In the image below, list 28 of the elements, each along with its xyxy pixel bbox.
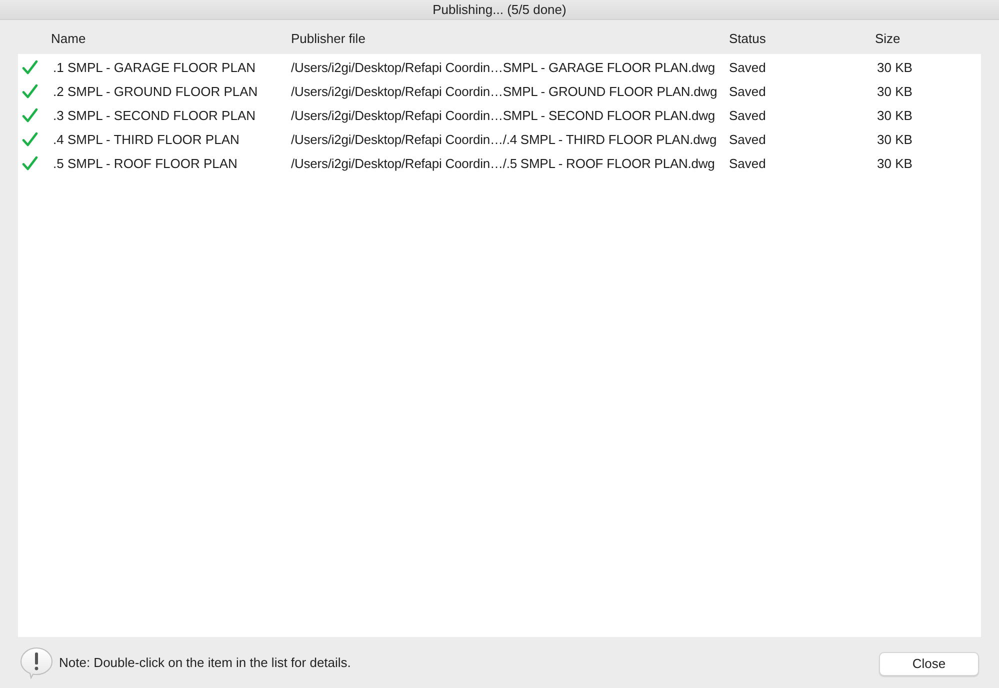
window-title: Publishing... (5/5 done) bbox=[432, 2, 566, 17]
alert-bubble-icon bbox=[20, 646, 53, 678]
note-text: Note: Double-click on the item in the list for details. bbox=[59, 655, 351, 670]
table-cell: Saved bbox=[729, 84, 766, 98]
table-cell-text: 30 KB bbox=[876, 156, 912, 170]
column-header[interactable]: Name bbox=[51, 30, 291, 46]
table-cell-text: 30 KB bbox=[876, 60, 912, 74]
table-cell: /Users/i2gi/Desktop/Refapi Coordin…/.4 SMPL - THIRD FLOOR PLAN.dwg bbox=[291, 132, 717, 146]
table-cell-text: 30 KB bbox=[876, 132, 912, 146]
table-cell: /Users/i2gi/Desktop/Refapi Coordin…SMPL - SECOND FLOOR PLAN.dwg bbox=[291, 108, 715, 122]
table-cell-text: .2 SMPL - GROUND FLOOR PLAN bbox=[52, 84, 258, 98]
table-cell-text: .3 SMPL - SECOND FLOOR PLAN bbox=[52, 108, 256, 122]
table-cell-text: 30 KB bbox=[876, 108, 912, 122]
table-cell: Saved bbox=[729, 156, 766, 170]
table-cell: /Users/i2gi/Desktop/Refapi Coordin…/.5 SMPL - ROOF FLOOR PLAN.dwg bbox=[291, 156, 715, 170]
table-cell: Saved bbox=[729, 108, 766, 122]
table-cell: Saved bbox=[729, 132, 766, 146]
column-header[interactable]: Size bbox=[875, 30, 981, 46]
table-cell: /Users/i2gi/Desktop/Refapi Coordin…SMPL - GARAGE FLOOR PLAN.dwg bbox=[291, 60, 715, 74]
column-header[interactable]: Status bbox=[729, 30, 875, 46]
close-button[interactable]: Close bbox=[879, 652, 979, 676]
table-cell: Saved bbox=[729, 60, 766, 74]
table-cell-text: .5 SMPL - ROOF FLOOR PLAN bbox=[52, 156, 238, 170]
table-cell-text: .4 SMPL - THIRD FLOOR PLAN bbox=[52, 132, 240, 146]
table-cell: /Users/i2gi/Desktop/Refapi Coordin…SMPL - GROUND FLOOR PLAN.dwg bbox=[291, 84, 718, 98]
table-cell-text: .1 SMPL - GARAGE FLOOR PLAN bbox=[52, 60, 256, 74]
table-cell-text: 30 KB bbox=[876, 84, 912, 98]
column-header[interactable]: Publisher file bbox=[291, 30, 729, 46]
